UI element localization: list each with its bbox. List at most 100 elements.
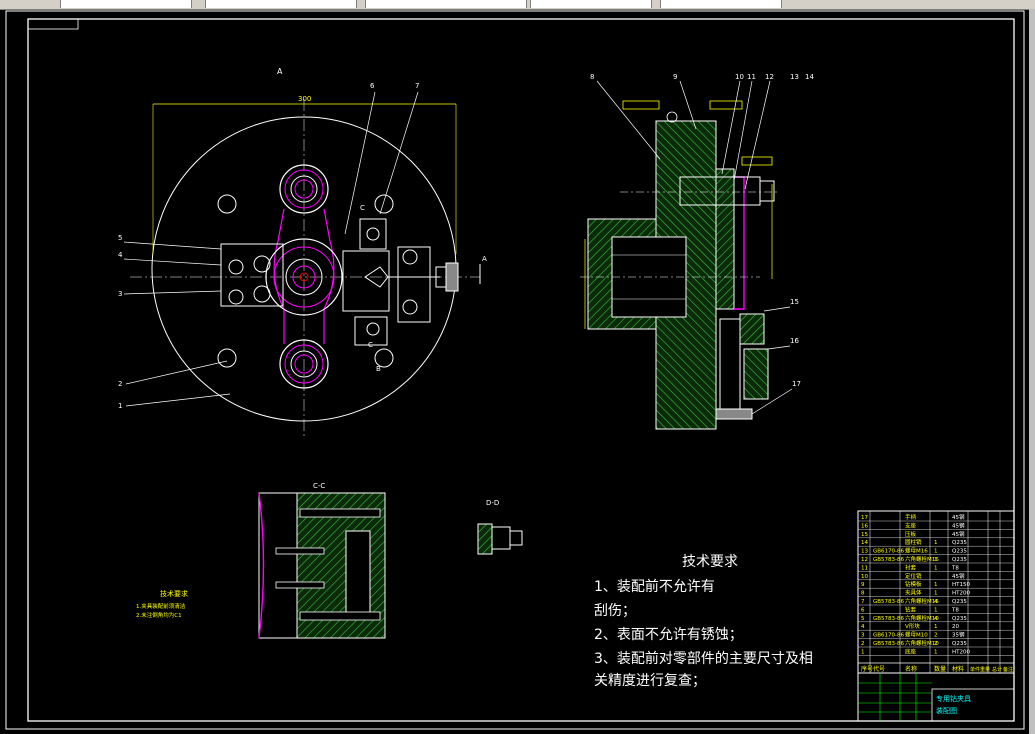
bom-cell-no: 9	[861, 582, 865, 588]
bom-cell-material: Q235	[952, 557, 967, 563]
balloon-16: 16	[790, 337, 799, 345]
bom-cell-name: 底座	[905, 647, 917, 655]
tech-req-line2: 刮伤；	[594, 603, 636, 619]
balloon-5: 5	[118, 234, 122, 242]
bom-cell-qty: 2	[934, 633, 938, 639]
title-block: 专用钻夹具 装配图 17 手柄 45钢16 支座 45钢15 压板 45钢14 圆柱销 1 Q23…	[857, 510, 1015, 722]
bom-header-qty: 数量	[934, 665, 946, 673]
balloon-10: 10	[735, 73, 744, 81]
balloon-15: 15	[790, 298, 799, 306]
bom-cell-material: Q235	[952, 599, 967, 605]
bom-cell-name: 圆柱销	[905, 538, 922, 546]
bom-cell-no: 10	[861, 574, 868, 580]
bom-cell-material: Q235	[952, 549, 967, 555]
bom-cell-material: 35钢	[952, 631, 965, 639]
section-label-b: B	[376, 365, 381, 373]
small-notes-line1: 1.夹具装配前须清洁	[136, 602, 186, 610]
tech-req-line1: 1、装配前不允许有	[594, 578, 715, 595]
bom-cell-material: 45钢	[952, 521, 965, 529]
tech-req-line4: 3、装配前对零部件的主要尺寸及相	[594, 650, 813, 667]
bom-cell-name: 夹具体	[905, 589, 922, 597]
balloon-17: 17	[792, 380, 801, 388]
bom-cell-material: T8	[951, 607, 959, 613]
bom-header-total-weight: 总计	[992, 666, 1002, 673]
side-section-view	[580, 100, 780, 430]
tech-req-title: 技术要求	[682, 554, 738, 570]
toolbar-field-1[interactable]	[60, 0, 192, 8]
front-view: 300 A C C B A	[130, 67, 487, 439]
balloon-13: 13	[790, 73, 799, 81]
balloon-4: 4	[118, 251, 123, 259]
bom-header-unit-weight: 单件重量	[970, 666, 990, 673]
bom-cell-name: 衬套	[905, 563, 917, 571]
bom-cell-name: 支座	[905, 521, 917, 529]
bom-cell-no: 16	[861, 523, 868, 529]
toolbar-field-3[interactable]	[365, 0, 527, 8]
bom-cell-material: 45钢	[952, 530, 965, 538]
bom-cell-qty: 1	[934, 557, 938, 563]
bom-cell-no: 2	[861, 641, 865, 647]
bom-cell-no: 15	[861, 532, 868, 538]
toolbar-field-5[interactable]	[660, 0, 782, 8]
bom-cell-material: Q235	[952, 641, 967, 647]
bom-header-no: 序号	[861, 665, 873, 673]
bom-cell-qty: 1	[934, 540, 938, 546]
bom-cell-no: 1	[861, 649, 865, 655]
cad-drawing-canvas[interactable]: 300 A C C B A 5 4 3 2 1 6 7 8 9 10 11 12…	[0, 9, 1029, 734]
small-notes-title: 技术要求	[160, 589, 188, 598]
section-dd-label: D-D	[486, 499, 499, 507]
bom-cell-name: 钻模板	[905, 580, 922, 588]
bom-cell-qty: 1	[934, 649, 938, 655]
bom-cell-name: 螺母M16	[905, 547, 928, 555]
balloon-12: 12	[765, 73, 774, 81]
corner-tag	[27, 18, 79, 30]
bom-cell-material: 20	[952, 624, 959, 630]
drawing-name-1: 专用钻夹具	[936, 694, 971, 703]
front-view-leaders: 5 4 3 2 1 6 7	[118, 82, 419, 410]
dim-300: 300	[298, 95, 311, 103]
bom-header-material: 材料	[952, 665, 964, 673]
bom-cell-no: 12	[861, 557, 868, 563]
bom-header-note: 备注	[1003, 666, 1013, 673]
toolbar-field-2[interactable]	[205, 0, 357, 8]
bom-cell-no: 13	[861, 549, 868, 555]
section-label-c-bottom: C	[368, 341, 373, 349]
tech-req-line3: 2、表面不允许有锈蚀；	[594, 627, 743, 643]
section-label-a-top: A	[277, 67, 283, 76]
balloon-11: 11	[747, 73, 756, 81]
bom-cell-qty: 1	[934, 582, 938, 588]
bom-table: 17 手柄 45钢16 支座 45钢15 压板 45钢14 圆柱销 1 Q23513 GB6170-…	[858, 511, 1014, 673]
balloon-1: 1	[118, 402, 122, 410]
balloon-8: 8	[590, 73, 594, 81]
bom-cell-name: 螺母M10	[905, 631, 928, 639]
bom-cell-no: 11	[861, 565, 868, 571]
section-label-c-top: C	[360, 204, 365, 212]
section-dd: D-D	[477, 499, 523, 555]
bom-cell-no: 6	[861, 607, 865, 613]
bom-cell-name: 压板	[905, 530, 917, 538]
bom-cell-qty: 1	[934, 624, 938, 630]
drawing-name-2: 装配图	[936, 706, 957, 715]
bom-cell-qty: 4	[934, 599, 938, 605]
bom-cell-qty: 1	[934, 565, 938, 571]
bom-header: 序号 代号 名称 数量 材料 单件重量 总计 备注	[858, 662, 1014, 673]
tech-req-line5: 关精度进行复查；	[594, 672, 706, 689]
tech-requirements: 技术要求 1、装配前不允许有 刮伤； 2、表面不允许有锈蚀； 3、装配前对零部件…	[594, 554, 813, 689]
bom-cell-material: Q235	[952, 540, 967, 546]
bom-cell-qty: 1	[934, 607, 938, 613]
balloon-7: 7	[415, 82, 419, 90]
small-notes: 技术要求 1.夹具装配前须清洁 2.未注倒角均为C1	[136, 589, 188, 619]
balloon-14: 14	[805, 73, 814, 81]
bom-cell-no: 5	[861, 616, 865, 622]
section-cc-label: C-C	[313, 482, 325, 490]
balloon-2: 2	[118, 380, 122, 388]
bom-cell-no: 4	[861, 624, 865, 630]
vertical-scrollbar[interactable]	[1029, 9, 1035, 734]
bom-cell-material: Q235	[952, 616, 967, 622]
bom-cell-material: HT200	[952, 591, 970, 597]
bom-cell-material: 45钢	[952, 513, 965, 521]
toolbar-field-4[interactable]	[530, 0, 652, 8]
small-notes-line2: 2.未注倒角均为C1	[136, 611, 182, 619]
bom-cell-no: 17	[861, 515, 868, 521]
bom-cell-qty: 1	[934, 591, 938, 597]
